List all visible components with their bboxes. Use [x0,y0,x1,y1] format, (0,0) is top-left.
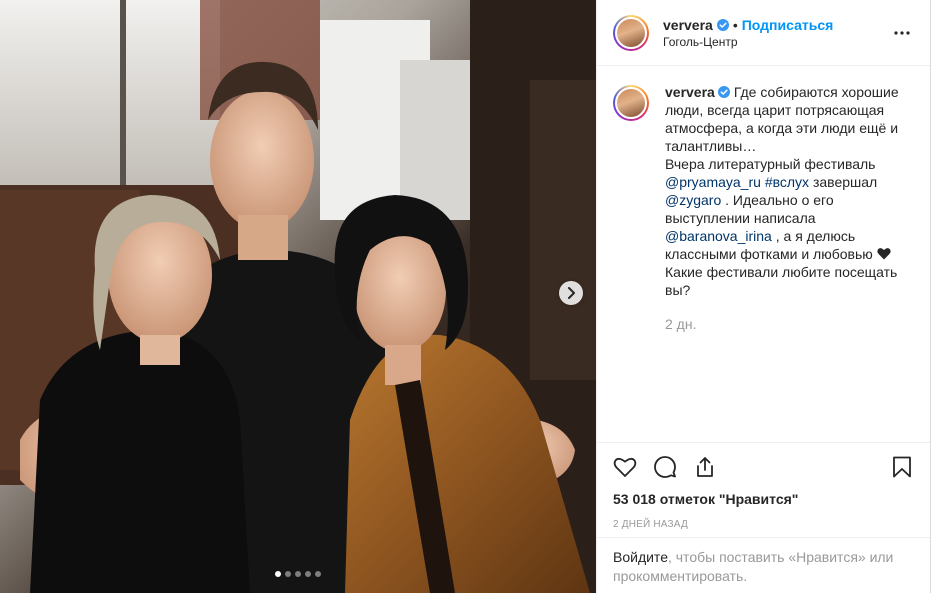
black-heart-icon [877,248,891,260]
more-dots-icon [894,30,910,35]
caption-text-fragment: . Идеально о его [721,192,834,208]
heart-outline-icon [613,457,637,477]
caption-line: люди, всегда царит потрясающая [665,102,885,118]
carousel-dot-active [275,571,281,577]
carousel-indicator [0,571,596,577]
post-photo[interactable] [0,0,596,593]
caption: ververa Где собираются хорошие люди, всег… [613,83,914,333]
share-icon [697,457,713,477]
comment-button[interactable] [653,447,693,487]
caption-line: выступлении написала [665,210,816,226]
carousel-dot [305,571,311,577]
carousel-dot [285,571,291,577]
caption-text: ververa Где собираются хорошие люди, всег… [665,83,905,333]
login-prompt-text: , чтобы поставить «Нравится» или [667,549,894,565]
caption-line: Какие фестивали любите посещать [665,264,898,280]
avatar[interactable] [613,14,649,51]
photo-image [0,0,596,593]
username-link[interactable]: ververa [663,17,713,33]
location-link[interactable]: Гоголь-Центр [663,35,890,49]
hashtag-link[interactable]: #вслух [765,174,809,190]
caption-line: Вчера литературный фестиваль [665,156,876,172]
caption-line: классными фотками и любовью [665,246,873,262]
post-side-panel: ververa • Подписаться Гоголь-Центр verve… [596,0,930,593]
header-separator: • [732,16,738,33]
caption-line: Где собираются хорошие [733,84,899,100]
instagram-post: ververa • Подписаться Гоголь-Центр verve… [0,0,931,593]
share-button[interactable] [693,447,733,487]
caption-avatar[interactable] [613,85,649,121]
chevron-right-icon [568,287,575,299]
next-photo-button[interactable] [559,281,583,305]
carousel-dot [315,571,321,577]
post-actions: 53 018 отметок "Нравится" 2 дней назад [597,442,930,530]
more-options-button[interactable] [890,21,914,45]
comments-section: ververa Где собираются хорошие люди, всег… [597,67,930,442]
save-button[interactable] [874,447,914,487]
post-header: ververa • Подписаться Гоголь-Центр [597,0,930,66]
verified-badge-icon [717,86,730,98]
caption-text-fragment: , а я делюсь [771,228,856,244]
verified-badge-icon [716,18,729,31]
caption-time[interactable]: 2 дн. [665,315,905,333]
caption-line: атмосфера, а когда эти люди ещё и [665,120,899,136]
post-date[interactable]: 2 дней назад [613,519,914,530]
likes-count[interactable]: 53 018 отметок "Нравится" [613,491,914,507]
login-prompt: Войдите, чтобы поставить «Нравится» или … [597,537,930,593]
mention-link[interactable]: @pryamaya_ru [665,174,761,190]
mention-link[interactable]: @zygaro [665,192,721,208]
login-prompt-text: прокомментировать. [613,568,748,584]
bookmark-icon [893,456,911,478]
caption-line: вы? [665,282,691,298]
comment-icon [654,456,676,478]
caption-line: талантливы… [665,138,757,154]
caption-text-fragment: завершал [809,174,878,190]
carousel-dot [295,571,301,577]
caption-username-link[interactable]: ververa [665,84,715,100]
like-button[interactable] [613,447,653,487]
mention-link[interactable]: @baranova_irina [665,228,772,244]
login-link[interactable]: Войдите [613,549,668,565]
follow-button[interactable]: Подписаться [742,17,834,33]
